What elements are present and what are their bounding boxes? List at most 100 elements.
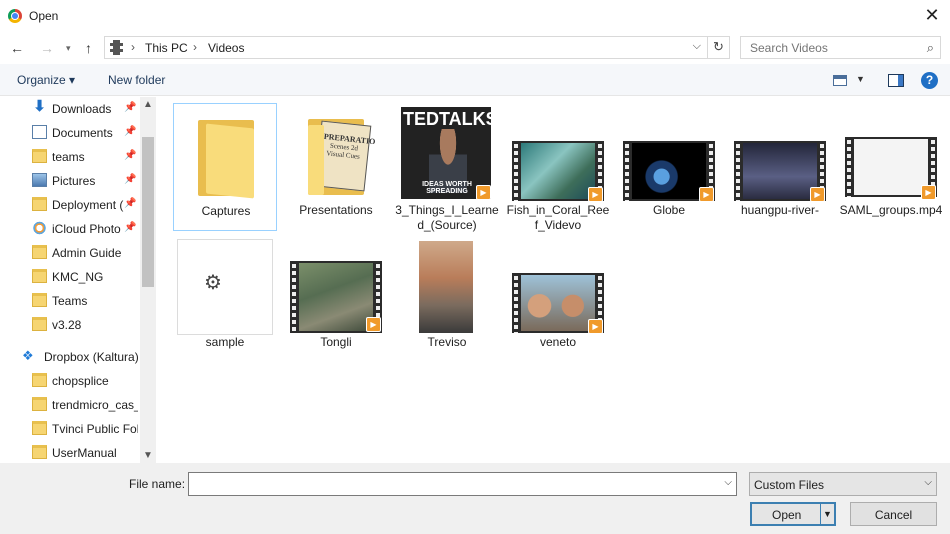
documents-icon — [32, 125, 47, 139]
file-item-veneto[interactable]: ▶ veneto — [506, 235, 610, 363]
sidebar-item-icloud-photos[interactable]: iCloud Photo 📌 — [0, 218, 140, 240]
close-button[interactable]: ✕ — [920, 4, 944, 28]
download-icon: ⬇ — [33, 98, 46, 115]
file-name: Treviso — [427, 335, 467, 349]
folder-icon: PREPARATIO Scenes 2d Visual Cues — [288, 107, 384, 203]
play-icon: ▶ — [476, 185, 491, 200]
file-item-presentations[interactable]: PREPARATIO Scenes 2d Visual Cues Present… — [284, 103, 388, 231]
generic-file-icon: ⚙ — [204, 272, 222, 294]
pin-icon[interactable]: 📌 — [124, 198, 136, 209]
file-name-combobox[interactable]: ⌵ — [188, 472, 737, 496]
new-folder-button[interactable]: New folder — [108, 73, 165, 87]
sidebar-item-label: Pictures — [52, 174, 96, 188]
chevron-down-icon[interactable]: ⌵ — [724, 477, 732, 488]
play-icon: ▶ — [921, 185, 936, 200]
sidebar-item-label: Tvinci Public Fol — [52, 422, 138, 436]
sidebar-item-trendmicro[interactable]: trendmicro_cas_ — [0, 394, 140, 416]
file-name: Globe — [652, 203, 686, 217]
file-item-tongli[interactable]: ▶ Tongli — [284, 235, 388, 363]
folder-icon — [32, 149, 47, 163]
play-icon: ▶ — [810, 187, 825, 202]
file-item-3-things[interactable]: TEDTALKS IDEAS WORTH SPREADING ▶ 3_Thing… — [395, 103, 499, 232]
pin-icon[interactable]: 📌 — [124, 222, 136, 233]
window-title: Open — [29, 9, 59, 23]
pin-icon[interactable]: 📌 — [124, 174, 136, 185]
file-name: Presentations — [299, 203, 373, 217]
sidebar-item-kmc-ng[interactable]: KMC_NG — [0, 266, 140, 288]
navigation-scrollbar[interactable]: ▲ ▼ — [140, 97, 156, 463]
file-item-captures[interactable]: Captures — [173, 103, 277, 231]
video-thumbnail — [399, 239, 495, 335]
sidebar-item-pictures[interactable]: Pictures 📌 — [0, 170, 140, 192]
file-item-treviso[interactable]: Treviso — [395, 235, 499, 363]
chevron-right-icon[interactable]: › — [131, 40, 135, 54]
folder-icon — [32, 293, 47, 307]
sidebar-item-label: Documents — [52, 126, 113, 140]
shared-folder-icon — [32, 421, 47, 435]
file-name-input[interactable] — [193, 474, 713, 494]
organize-button[interactable]: Organize ▾ — [17, 73, 75, 87]
sidebar-item-teams-2[interactable]: Teams — [0, 290, 140, 312]
dropbox-icon: ❖ — [22, 348, 34, 363]
open-options-dropdown[interactable]: ▼ — [820, 504, 834, 524]
file-name: 3_Things_I_Learned_(Source) — [395, 203, 499, 232]
address-dropdown-button[interactable]: ⌵ — [693, 40, 701, 53]
view-options-dropdown[interactable]: ▼ — [856, 74, 865, 84]
sidebar-item-admin-guide[interactable]: Admin Guide — [0, 242, 140, 264]
file-name: Tongli — [320, 335, 352, 349]
chrome-icon — [8, 9, 22, 23]
sidebar-item-label: teams — [52, 150, 85, 164]
scroll-up-icon[interactable]: ▲ — [143, 99, 153, 110]
recent-locations-button[interactable]: ▾ — [66, 43, 71, 54]
folder-icon — [32, 317, 47, 331]
search-box[interactable]: ⌕ — [740, 36, 941, 59]
up-button[interactable]: ↑ — [85, 40, 92, 56]
back-button[interactable]: ← — [10, 40, 24, 56]
sidebar-item-downloads[interactable]: ⬇ Downloads 📌 — [0, 98, 140, 120]
shared-folder-icon — [32, 397, 47, 411]
sidebar-item-chopsplice[interactable]: chopsplice — [0, 370, 140, 392]
file-item-saml-groups[interactable]: ▶ SAML_groups.mp4 — [839, 103, 943, 231]
forward-button[interactable]: → — [40, 40, 54, 56]
cancel-button[interactable]: Cancel — [850, 502, 937, 526]
sidebar-item-label: Deployment ( — [52, 198, 124, 212]
sidebar-item-tvinci[interactable]: Tvinci Public Fol — [0, 418, 140, 440]
help-button[interactable]: ? — [921, 72, 938, 89]
file-item-globe[interactable]: ▶ Globe — [617, 103, 721, 231]
breadcrumb-this-pc[interactable]: This PC — [145, 41, 188, 55]
address-bar[interactable]: › This PC › Videos ⌵ ↻ — [104, 36, 730, 59]
file-item-sample[interactable]: ⚙ sample — [173, 235, 277, 363]
video-thumbnail: ▶ — [843, 107, 939, 203]
pin-icon[interactable]: 📌 — [124, 126, 136, 137]
sidebar-item-usermanual[interactable]: UserManual — [0, 442, 140, 463]
folder-icon — [178, 108, 274, 204]
open-button[interactable]: Open ▼ — [750, 502, 836, 526]
sidebar-item-deployment[interactable]: Deployment ( 📌 — [0, 194, 140, 216]
search-input[interactable] — [748, 38, 918, 57]
sidebar-item-dropbox[interactable]: ❖ Dropbox (Kaltura) — [0, 346, 140, 368]
file-item-huangpu-river[interactable]: ▶ huangpu-river- — [728, 103, 832, 231]
pin-icon[interactable]: 📌 — [124, 102, 136, 113]
chevron-down-icon[interactable]: ⌵ — [924, 477, 932, 488]
breadcrumb-videos[interactable]: Videos — [208, 41, 244, 55]
video-thumbnail: ▶ — [732, 107, 828, 203]
sidebar-item-label: v3.28 — [52, 318, 82, 332]
sidebar-item-label: trendmicro_cas_ — [52, 398, 138, 412]
sidebar-item-label: Dropbox (Kaltura) — [44, 350, 139, 364]
sidebar-item-teams[interactable]: teams 📌 — [0, 146, 140, 168]
preview-pane-button[interactable] — [888, 74, 904, 87]
video-thumbnail: TEDTALKS IDEAS WORTH SPREADING ▶ — [399, 107, 495, 203]
sidebar-item-v3-28[interactable]: v3.28 — [0, 314, 140, 336]
scroll-down-icon[interactable]: ▼ — [143, 450, 153, 461]
chevron-right-icon[interactable]: › — [193, 40, 197, 54]
pin-icon[interactable]: 📌 — [124, 150, 136, 161]
sidebar-item-documents[interactable]: Documents 📌 — [0, 122, 140, 144]
change-view-icon[interactable] — [833, 75, 847, 86]
file-name: veneto — [539, 335, 577, 349]
pictures-icon — [32, 173, 47, 187]
scrollbar-thumb[interactable] — [142, 137, 154, 287]
file-item-fish-in-coral[interactable]: ▶ Fish_in_Coral_Reef_Videvo — [506, 103, 610, 232]
file-type-select[interactable]: Custom Files ⌵ — [749, 472, 937, 496]
refresh-button[interactable]: ↻ — [707, 37, 729, 58]
search-icon: ⌕ — [926, 40, 934, 55]
